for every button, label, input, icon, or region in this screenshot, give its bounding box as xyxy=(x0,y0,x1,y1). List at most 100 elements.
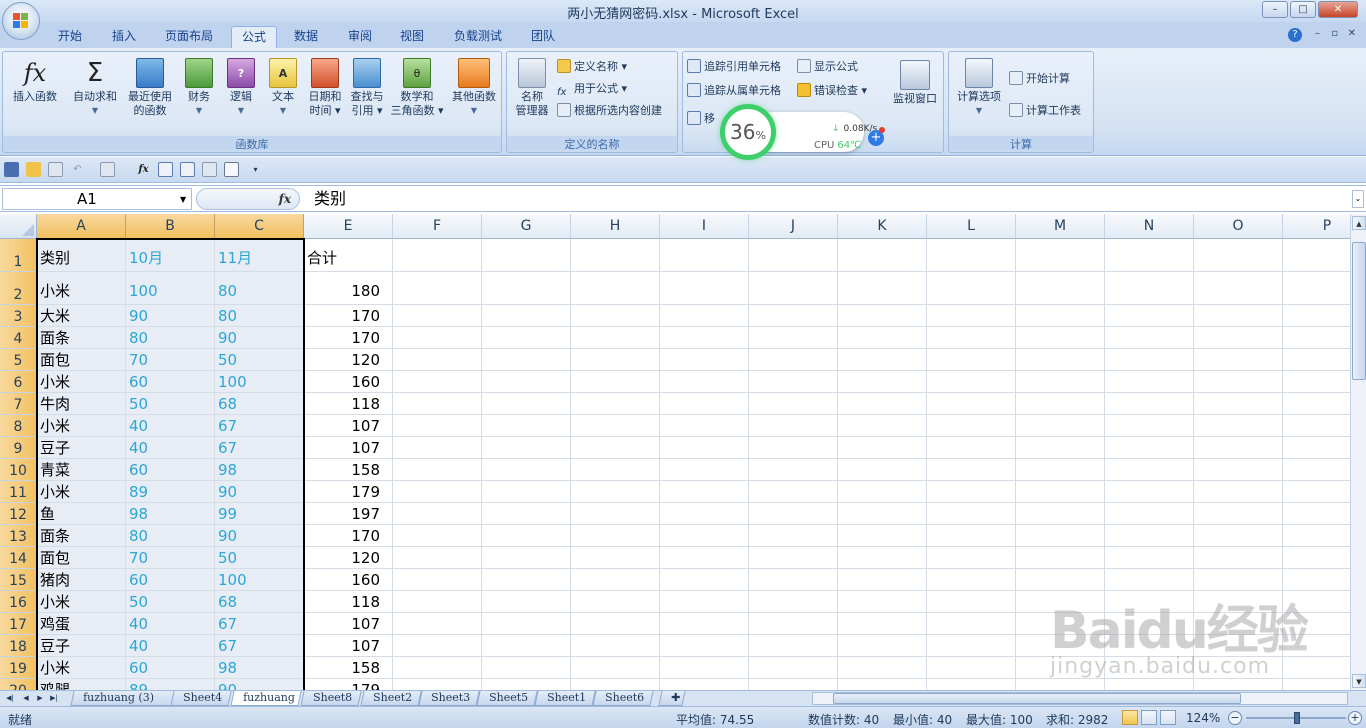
table-cell[interactable]: 100 xyxy=(215,371,304,393)
horizontal-scrollbar[interactable] xyxy=(812,692,1348,705)
table-cell[interactable]: 90 xyxy=(126,305,215,327)
datetime-button[interactable]: 日期和 时间 ▾ xyxy=(303,56,347,132)
table-cell[interactable]: 豆子 xyxy=(37,635,126,657)
table-cell[interactable]: 180 xyxy=(304,272,393,305)
table-cell[interactable]: 小米 xyxy=(37,657,126,679)
select-all-button[interactable] xyxy=(0,214,37,239)
tab-team[interactable]: 团队 xyxy=(521,26,565,48)
sheet-tab[interactable]: Sheet1 xyxy=(534,691,596,706)
table-cell[interactable]: 小米 xyxy=(37,272,126,305)
table-cell[interactable]: 100 xyxy=(126,272,215,305)
close-button[interactable]: ✕ xyxy=(1318,1,1358,18)
table-cell[interactable]: 118 xyxy=(304,591,393,613)
use-in-formula-button[interactable]: fx 用于公式 ▾ xyxy=(557,80,627,98)
table-cell[interactable]: 90 xyxy=(215,525,304,547)
column-header-l[interactable]: L xyxy=(927,214,1016,239)
table-cell[interactable]: 158 xyxy=(304,657,393,679)
table-cell[interactable]: 160 xyxy=(304,569,393,591)
next-sheet-icon[interactable]: ▶ xyxy=(34,692,46,705)
table-cell[interactable]: 120 xyxy=(304,349,393,371)
spellcheck-icon[interactable] xyxy=(224,162,239,177)
column-header-m[interactable]: M xyxy=(1016,214,1105,239)
insert-function-button[interactable]: fx 插入函数 xyxy=(7,56,63,132)
tab-home[interactable]: 开始 xyxy=(48,26,92,48)
row-header[interactable]: 11 xyxy=(0,481,37,503)
save-icon[interactable] xyxy=(4,162,19,177)
row-header[interactable]: 16 xyxy=(0,591,37,613)
tab-data[interactable]: 数据 xyxy=(284,26,328,48)
tab-load-test[interactable]: 负载测试 xyxy=(444,26,512,48)
sheet-tab[interactable]: Sheet4 xyxy=(170,691,232,706)
row-header[interactable]: 5 xyxy=(0,349,37,371)
chevron-down-icon[interactable]: ▼ xyxy=(180,195,186,204)
table-cell[interactable]: 60 xyxy=(126,371,215,393)
table-cell[interactable]: 99 xyxy=(215,503,304,525)
table-cell[interactable]: 60 xyxy=(126,569,215,591)
insert-function-icon[interactable]: fx xyxy=(279,192,291,206)
zoom-in-button[interactable]: + xyxy=(1348,711,1362,725)
last-sheet-icon[interactable]: ▶| xyxy=(48,692,60,705)
tab-formulas[interactable]: 公式 xyxy=(231,26,278,48)
table-cell[interactable]: 67 xyxy=(215,437,304,459)
fx-icon[interactable]: fx xyxy=(136,162,151,177)
row-header[interactable]: 18 xyxy=(0,635,37,657)
column-header-g[interactable]: G xyxy=(482,214,571,239)
table-cell[interactable]: 107 xyxy=(304,415,393,437)
table-cell[interactable]: 98 xyxy=(215,459,304,481)
column-header-p[interactable]: P xyxy=(1283,214,1350,239)
table-cell[interactable]: 80 xyxy=(215,305,304,327)
column-header-f[interactable]: F xyxy=(393,214,482,239)
table-cell[interactable]: 98 xyxy=(215,657,304,679)
row-header[interactable]: 10 xyxy=(0,459,37,481)
table-cell[interactable]: 179 xyxy=(304,679,393,690)
row-header[interactable]: 2 xyxy=(0,272,37,305)
table-cell[interactable]: 40 xyxy=(126,415,215,437)
row-header[interactable]: 9 xyxy=(0,437,37,459)
tools-icon[interactable] xyxy=(202,162,217,177)
watch-window-button[interactable]: 监视窗口 xyxy=(887,58,943,134)
rows-icon[interactable] xyxy=(180,162,195,177)
table-cell[interactable]: 40 xyxy=(126,635,215,657)
autosum-button[interactable]: Σ 自动求和 ▼ xyxy=(67,56,123,132)
table-cell[interactable]: 大米 xyxy=(37,305,126,327)
name-box[interactable]: A1 xyxy=(2,188,192,210)
header-cell[interactable]: 11月 xyxy=(215,239,304,272)
table-cell[interactable]: 158 xyxy=(304,459,393,481)
table-cell[interactable]: 70 xyxy=(126,547,215,569)
table-cell[interactable]: 牛肉 xyxy=(37,393,126,415)
table-cell[interactable]: 107 xyxy=(304,613,393,635)
table-cell[interactable]: 40 xyxy=(126,437,215,459)
sheet-tab[interactable]: Sheet8 xyxy=(300,691,362,706)
table-cell[interactable]: 120 xyxy=(304,547,393,569)
sheet-tab[interactable]: Sheet6 xyxy=(592,691,654,706)
vertical-scroll-thumb[interactable] xyxy=(1352,242,1366,380)
sheet-tab[interactable]: Sheet5 xyxy=(476,691,538,706)
ribbon-restore-icon[interactable]: ▫ xyxy=(1331,28,1338,39)
row-header[interactable]: 15 xyxy=(0,569,37,591)
column-header-b[interactable]: B xyxy=(126,214,215,239)
print-preview-icon[interactable] xyxy=(48,162,63,177)
office-button[interactable] xyxy=(2,2,40,40)
tab-page-layout[interactable]: 页面布局 xyxy=(155,26,223,48)
table-cell[interactable]: 170 xyxy=(304,525,393,547)
open-folder-icon[interactable] xyxy=(26,162,41,177)
table-cell[interactable]: 100 xyxy=(215,569,304,591)
column-header-j[interactable]: J xyxy=(749,214,838,239)
table-cell[interactable]: 90 xyxy=(215,679,304,690)
table-cell[interactable]: 107 xyxy=(304,635,393,657)
tab-review[interactable]: 审阅 xyxy=(338,26,382,48)
table-cell[interactable]: 面包 xyxy=(37,547,126,569)
table-cell[interactable]: 68 xyxy=(215,393,304,415)
calculate-sheet-button[interactable]: 计算工作表 xyxy=(1009,102,1081,120)
logical-button[interactable]: ? 逻辑 ▼ xyxy=(221,56,261,132)
ribbon-close-icon[interactable]: ✕ xyxy=(1348,28,1356,39)
customize-toolbar-icon[interactable]: ▾ xyxy=(248,162,263,177)
lookup-button[interactable]: 查找与 引用 ▾ xyxy=(345,56,389,132)
table-cell[interactable]: 鸡腿 xyxy=(37,679,126,690)
insert-sheet-icon[interactable]: ✚ xyxy=(658,691,686,706)
expand-formula-bar-icon[interactable]: ⌄ xyxy=(1352,190,1364,208)
row-header[interactable]: 19 xyxy=(0,657,37,679)
zoom-slider-thumb[interactable] xyxy=(1294,712,1300,724)
define-name-button[interactable]: 定义名称 ▾ xyxy=(557,58,627,76)
first-sheet-icon[interactable]: ◀| xyxy=(4,692,16,705)
